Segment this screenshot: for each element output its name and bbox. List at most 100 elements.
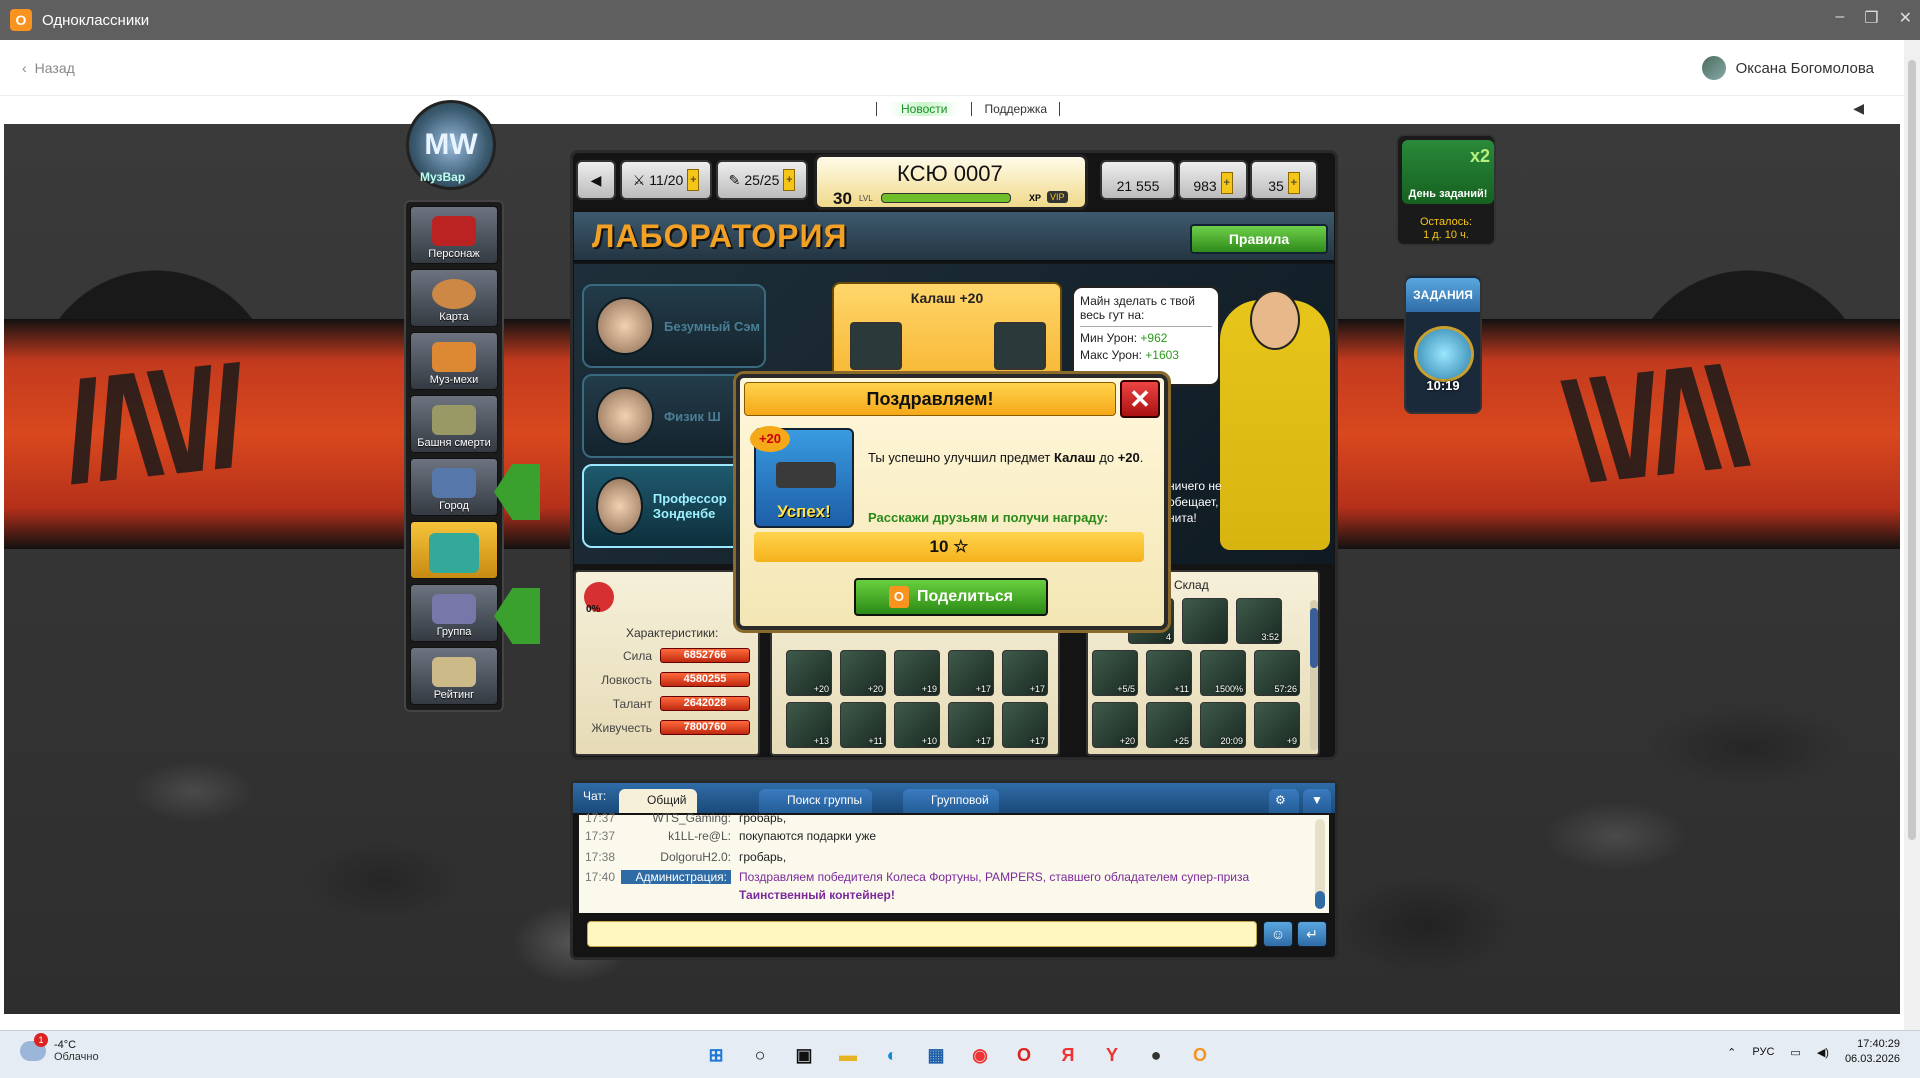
user-profile[interactable]: Оксана Богомолова: [1701, 56, 1874, 80]
storage-cell[interactable]: +9: [1254, 702, 1300, 748]
tab-general[interactable]: Общий: [619, 789, 697, 813]
item-slot[interactable]: [994, 322, 1046, 370]
search-icon[interactable]: ○: [744, 1039, 776, 1071]
close-button[interactable]: ✕: [1120, 380, 1160, 418]
inventory-cell[interactable]: +13: [786, 702, 832, 748]
language-indicator[interactable]: РУС: [1752, 1046, 1774, 1058]
inventory-cell[interactable]: +11: [840, 702, 886, 748]
stat-value[interactable]: 6852766: [660, 648, 750, 663]
scientist-card[interactable]: Безумный Сэм: [582, 284, 766, 368]
volume-icon[interactable]: ◀): [1817, 1046, 1829, 1059]
scrollbar-thumb[interactable]: [1310, 608, 1318, 668]
chrome-icon[interactable]: ◉: [964, 1039, 996, 1071]
storage-cell[interactable]: 57:26: [1254, 650, 1300, 696]
chat-input[interactable]: [587, 921, 1257, 947]
weather-widget[interactable]: 1 -4°C Облачно: [20, 1033, 99, 1063]
tasks-widget[interactable]: ЗАДАНИЯ 10:19: [1404, 274, 1482, 414]
send-button[interactable]: ↵: [1297, 921, 1327, 947]
stat-label: Талант: [612, 696, 652, 711]
inventory-cell[interactable]: +17: [948, 702, 994, 748]
back-button[interactable]: ‹ Назад: [22, 60, 75, 76]
inventory-cell[interactable]: +10: [894, 702, 940, 748]
vip-badge[interactable]: VIP: [1047, 191, 1068, 203]
menu-rating[interactable]: Рейтинг: [410, 647, 498, 705]
menu-label: Группа: [436, 626, 472, 638]
item-slot[interactable]: [850, 322, 902, 370]
close-window-button[interactable]: ✕: [1899, 8, 1912, 28]
speaker-icon[interactable]: ◀: [1853, 100, 1864, 117]
chevron-down-icon[interactable]: ▼: [1303, 789, 1331, 813]
inventory-cell[interactable]: +17: [948, 650, 994, 696]
add-gems-button[interactable]: +: [1287, 172, 1300, 194]
news-link[interactable]: Новости: [889, 102, 960, 116]
storage-cell[interactable]: 20:09: [1200, 702, 1246, 748]
opera-icon[interactable]: O: [1008, 1039, 1040, 1071]
tab-group[interactable]: Групповой: [903, 789, 999, 813]
windows-start-icon[interactable]: ⊞: [700, 1039, 732, 1071]
message-nick[interactable]: DolgoruH2.0:: [621, 850, 731, 864]
yandex-browser-icon[interactable]: Y: [1096, 1039, 1128, 1071]
stat-row: Сила 6852766: [582, 648, 750, 663]
message-nick-admin[interactable]: Администрация:: [621, 870, 731, 884]
rules-button[interactable]: Правила: [1190, 224, 1328, 254]
support-link[interactable]: Поддержка: [984, 102, 1047, 116]
ok-app-icon[interactable]: О: [1184, 1039, 1216, 1071]
upgrade-badge: +20: [750, 426, 790, 452]
menu-tower[interactable]: Башня смерти: [410, 395, 498, 453]
yandex-icon[interactable]: Я: [1052, 1039, 1084, 1071]
storage-cell[interactable]: +25: [1146, 702, 1192, 748]
menu-map[interactable]: Карта: [410, 269, 498, 327]
inventory-cell[interactable]: +19: [894, 650, 940, 696]
storage-cell[interactable]: +11: [1146, 650, 1192, 696]
minimize-button[interactable]: –: [1835, 8, 1844, 28]
chat-settings-button[interactable]: ⚙: [1269, 789, 1299, 813]
menu-mechs[interactable]: Муз-мехи: [410, 332, 498, 390]
storage-cell[interactable]: 1500%: [1200, 650, 1246, 696]
stat-value[interactable]: 4580255: [660, 672, 750, 687]
inventory-cell[interactable]: +17: [1002, 650, 1048, 696]
back-arrow-button[interactable]: ◀: [576, 160, 616, 200]
store-icon[interactable]: ▦: [920, 1039, 952, 1071]
tab-group-search[interactable]: Поиск группы: [759, 789, 873, 813]
stat-value[interactable]: 2642028: [660, 696, 750, 711]
storage-cell[interactable]: +20: [1092, 702, 1138, 748]
menu-character[interactable]: Персонаж: [410, 206, 498, 264]
page-scrollbar[interactable]: [1904, 40, 1920, 1030]
storage-cell[interactable]: 3:52: [1236, 598, 1282, 644]
player-namebox[interactable]: КСЮ 0007 30 LVL XP VIP: [814, 154, 1088, 210]
menu-city[interactable]: Город: [410, 458, 498, 516]
chat-scrollbar[interactable]: [1315, 819, 1325, 909]
add-energy-button[interactable]: +: [687, 169, 700, 191]
clock[interactable]: 17:40:29 06.03.2026: [1845, 1037, 1900, 1067]
daily-tasks-widget[interactable]: x2 День заданий! Осталось: 1 д. 10 ч.: [1396, 134, 1496, 246]
storage-cell[interactable]: [1182, 598, 1228, 644]
scrollbar-thumb[interactable]: [1908, 60, 1916, 840]
storage-scrollbar[interactable]: [1310, 600, 1318, 750]
message-nick[interactable]: k1LL-re@L:: [621, 829, 731, 843]
add-energy-button[interactable]: +: [783, 169, 796, 191]
edge-icon[interactable]: ◐: [876, 1039, 908, 1071]
stat-value[interactable]: 7800760: [660, 720, 750, 735]
avatar: [596, 477, 643, 535]
upgrade-title: Калаш +20: [910, 290, 984, 306]
menu-group[interactable]: Группа: [410, 584, 498, 642]
menu-gift[interactable]: [410, 521, 498, 579]
maximize-button[interactable]: ❐: [1864, 8, 1878, 28]
message-nick[interactable]: WTS_Gaming:: [621, 811, 731, 825]
inventory-cell[interactable]: +20: [786, 650, 832, 696]
storage-cell[interactable]: +5/5: [1092, 650, 1138, 696]
inventory-cell[interactable]: +17: [1002, 702, 1048, 748]
app-icon[interactable]: ●: [1140, 1039, 1172, 1071]
window-titlebar: О Одноклассники – ❐ ✕: [0, 0, 1920, 40]
inventory-cell[interactable]: +20: [840, 650, 886, 696]
share-button[interactable]: О Поделиться: [854, 578, 1048, 616]
task-view-icon[interactable]: ▣: [788, 1039, 820, 1071]
navbar: ‹ Назад Оксана Богомолова: [0, 40, 1904, 96]
chevron-up-icon[interactable]: ⌃: [1727, 1046, 1736, 1059]
emoji-button[interactable]: ☺: [1263, 921, 1293, 947]
add-stars-button[interactable]: +: [1220, 172, 1233, 194]
file-explorer-icon[interactable]: ▬: [832, 1039, 864, 1071]
network-icon[interactable]: ▭: [1790, 1046, 1800, 1059]
scrollbar-thumb[interactable]: [1315, 891, 1325, 909]
money-value: 21 555: [1116, 178, 1160, 194]
